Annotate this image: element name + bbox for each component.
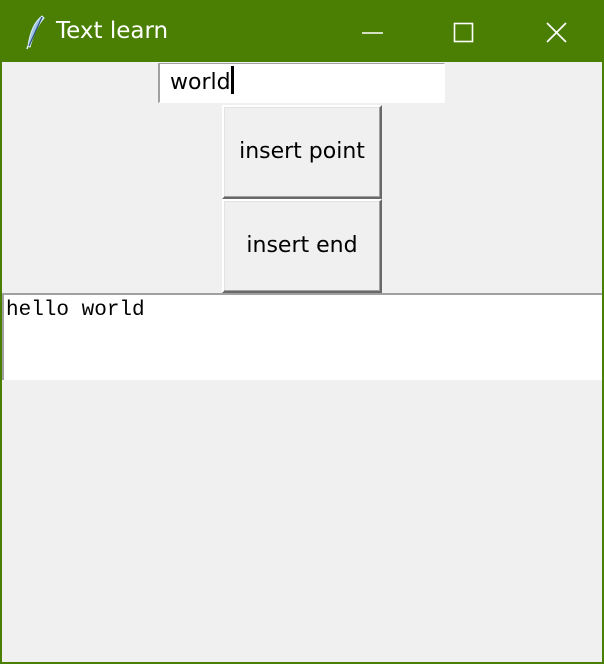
close-button[interactable]: [510, 2, 602, 62]
entry-value: world: [170, 66, 234, 100]
text-cursor: [230, 66, 234, 94]
feather-icon: [24, 14, 48, 50]
client-area: world insert point insert end hello worl…: [2, 62, 602, 662]
app-window: Text learn world insert point insert end…: [0, 0, 604, 664]
maximize-button[interactable]: [418, 2, 510, 62]
minimize-button[interactable]: [326, 2, 418, 62]
title-bar[interactable]: Text learn: [2, 2, 602, 62]
window-title: Text learn: [56, 18, 169, 44]
text-widget[interactable]: hello world: [2, 293, 602, 380]
text-entry-field[interactable]: world: [158, 63, 445, 103]
insert-end-button[interactable]: insert end: [222, 199, 382, 293]
insert-point-button[interactable]: insert point: [222, 105, 382, 199]
